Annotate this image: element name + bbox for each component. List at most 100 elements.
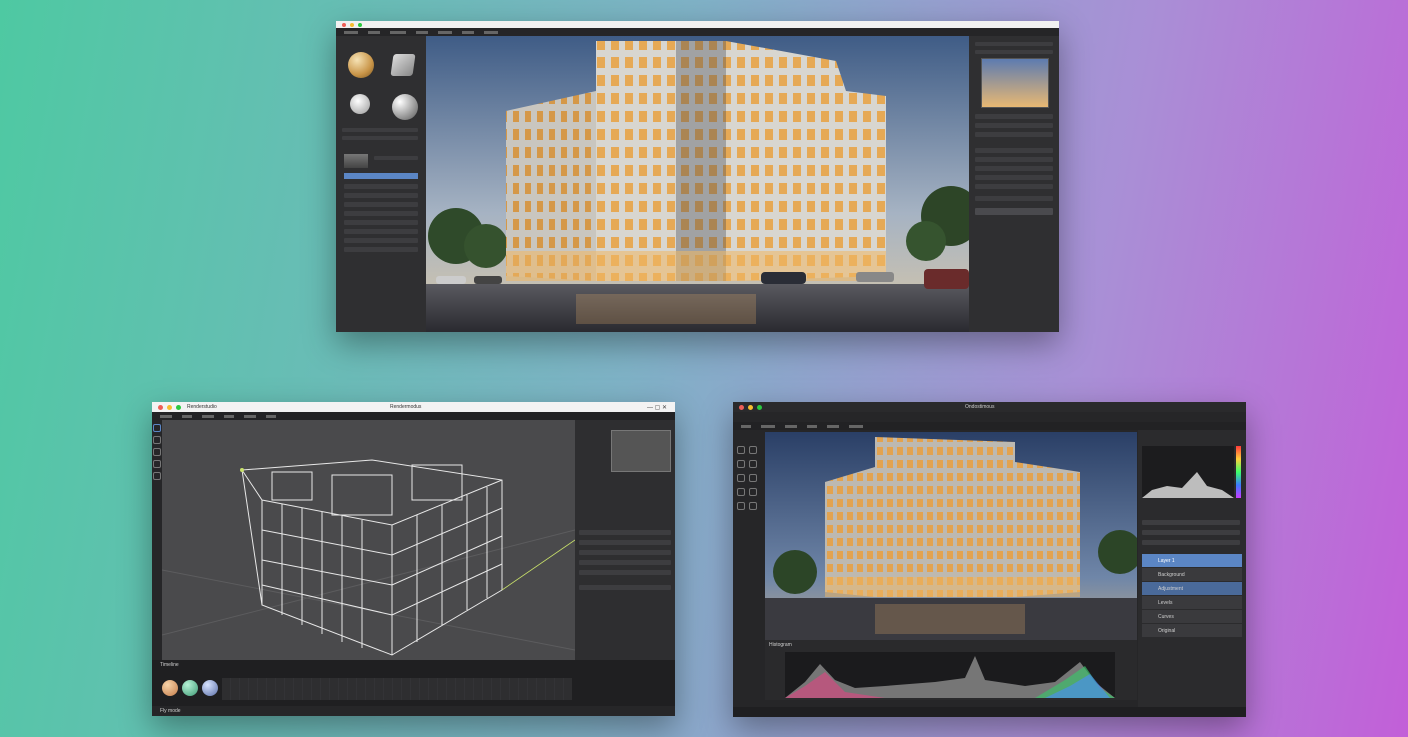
maximize-dot-icon[interactable]: [176, 404, 181, 410]
property-row[interactable]: [1142, 520, 1240, 525]
property-row[interactable]: [1142, 530, 1240, 535]
layer-name: Original: [1158, 628, 1176, 634]
menu-item[interactable]: [849, 424, 863, 428]
menu-item[interactable]: [390, 30, 406, 34]
menu-item[interactable]: [224, 414, 234, 418]
property-row[interactable]: [975, 148, 1053, 153]
move-tool-icon[interactable]: [153, 436, 161, 444]
menu-item[interactable]: [266, 414, 276, 418]
material-sphere-icon[interactable]: [348, 52, 374, 78]
property-row[interactable]: [344, 220, 418, 225]
close-dot-icon[interactable]: [342, 22, 346, 27]
property-row[interactable]: [579, 570, 671, 575]
property-row[interactable]: [344, 211, 418, 216]
material-cloth-icon[interactable]: [390, 54, 416, 76]
minimize-dot-icon[interactable]: [748, 404, 753, 410]
menu-item[interactable]: [741, 424, 751, 428]
render-button[interactable]: [975, 208, 1053, 215]
property-row[interactable]: [975, 157, 1053, 162]
material-preview-swatch[interactable]: [344, 154, 368, 168]
maximize-dot-icon[interactable]: [757, 404, 762, 410]
property-row[interactable]: [342, 136, 418, 140]
property-row[interactable]: [342, 128, 418, 132]
color-spectrum-bar[interactable]: [1236, 446, 1241, 498]
layer-row[interactable]: Adjustment: [1142, 582, 1242, 595]
close-dot-icon[interactable]: [739, 404, 744, 410]
property-row[interactable]: [344, 184, 418, 189]
property-row[interactable]: [579, 585, 671, 590]
status-label: Fly mode: [160, 708, 181, 714]
timeline-track[interactable]: [222, 678, 572, 700]
property-row[interactable]: [579, 540, 671, 545]
property-row[interactable]: [975, 196, 1053, 201]
close-dot-icon[interactable]: [158, 404, 163, 410]
property-row[interactable]: [579, 560, 671, 565]
property-row[interactable]: [975, 123, 1053, 128]
menu-item[interactable]: [462, 30, 474, 34]
property-row[interactable]: [975, 184, 1053, 189]
material-ball-icon[interactable]: [162, 680, 178, 696]
menu-item[interactable]: [827, 424, 839, 428]
property-row[interactable]: [975, 132, 1053, 137]
zoom-tool-icon[interactable]: [737, 502, 745, 510]
render-viewport: [426, 36, 969, 332]
heal-tool-icon[interactable]: [749, 474, 757, 482]
property-row[interactable]: [344, 247, 418, 252]
maximize-dot-icon[interactable]: [358, 22, 362, 27]
menu-item[interactable]: [160, 414, 172, 418]
material-ribbon-icon[interactable]: [392, 94, 418, 120]
menu-item[interactable]: [416, 30, 428, 34]
select-tool-icon[interactable]: [153, 424, 161, 432]
property-row[interactable]: [344, 229, 418, 234]
property-row[interactable]: [975, 50, 1053, 54]
menu-item[interactable]: [785, 424, 797, 428]
layer-row[interactable]: Layer 1: [1142, 554, 1242, 567]
menu-item[interactable]: [438, 30, 452, 34]
crop-tool-icon[interactable]: [737, 460, 745, 468]
property-row[interactable]: [579, 550, 671, 555]
menu-item[interactable]: [244, 414, 256, 418]
window-controls[interactable]: — ▢ ✕: [647, 404, 667, 411]
layer-row[interactable]: Levels: [1142, 596, 1242, 609]
text-tool-icon[interactable]: [749, 488, 757, 496]
menu-item[interactable]: [807, 424, 817, 428]
menu-item[interactable]: [202, 414, 214, 418]
minimize-dot-icon[interactable]: [167, 404, 172, 410]
property-row[interactable]: [344, 238, 418, 243]
editor-window-title: Ondostimous: [965, 404, 995, 410]
menu-item[interactable]: [484, 30, 498, 34]
hand-tool-icon[interactable]: [749, 502, 757, 510]
selected-property-row[interactable]: [344, 173, 418, 179]
material-ball-icon[interactable]: [202, 680, 218, 696]
scale-tool-icon[interactable]: [153, 460, 161, 468]
property-row[interactable]: [344, 202, 418, 207]
property-row[interactable]: [975, 42, 1053, 46]
property-row[interactable]: [975, 175, 1053, 180]
scene-thumbnail[interactable]: [611, 430, 671, 472]
layer-row[interactable]: Curves: [1142, 610, 1242, 623]
material-ball-icon[interactable]: [182, 680, 198, 696]
brush-tool-icon[interactable]: [737, 446, 745, 454]
menu-item[interactable]: [368, 30, 380, 34]
property-row[interactable]: [1142, 540, 1240, 545]
layer-row[interactable]: Background: [1142, 568, 1242, 581]
property-row[interactable]: [374, 156, 418, 160]
render-thumbnail[interactable]: [981, 58, 1049, 108]
rotate-tool-icon[interactable]: [153, 448, 161, 456]
menu-item[interactable]: [182, 414, 192, 418]
menu-item[interactable]: [344, 30, 358, 34]
lasso-tool-icon[interactable]: [749, 446, 757, 454]
property-row[interactable]: [975, 166, 1053, 171]
minimize-dot-icon[interactable]: [350, 22, 354, 27]
property-row[interactable]: [975, 114, 1053, 119]
eraser-tool-icon[interactable]: [749, 460, 757, 468]
clone-tool-icon[interactable]: [737, 474, 745, 482]
color-histogram: [1142, 446, 1234, 498]
property-row[interactable]: [579, 530, 671, 535]
property-row[interactable]: [344, 193, 418, 198]
camera-tool-icon[interactable]: [153, 472, 161, 480]
gradient-tool-icon[interactable]: [737, 488, 745, 496]
material-drop-icon[interactable]: [350, 94, 370, 114]
menu-item[interactable]: [761, 424, 775, 428]
layer-row[interactable]: Original: [1142, 624, 1242, 637]
